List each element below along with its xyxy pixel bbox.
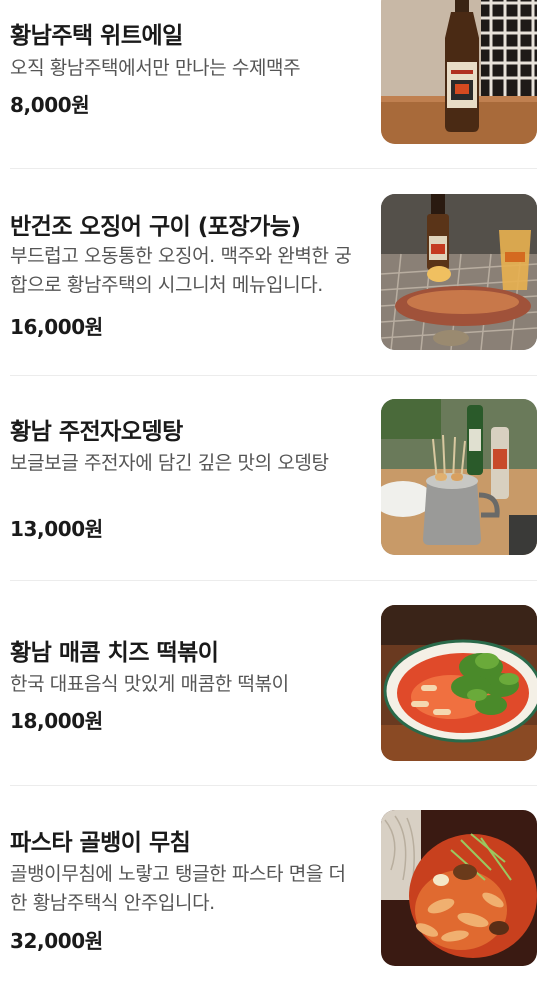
menu-item-description: 보글보글 주전자에 담긴 깊은 맛의 오뎅탕: [10, 452, 329, 474]
divider: [10, 580, 537, 581]
menu-item-price: 8,000원: [10, 93, 90, 117]
menu-item-name: 황남 주전자오뎅탕: [10, 419, 183, 445]
menu-item-image[interactable]: [381, 605, 537, 761]
menu-item-price: 32,000원: [10, 929, 103, 953]
cheese-tteokbokki-photo-icon: [381, 605, 537, 761]
menu-item-name: 반건조 오징어 구이 (포장가능): [10, 214, 301, 240]
pasta-whelk-salad-photo-icon: [381, 810, 537, 966]
menu-item-grilled-squid[interactable]: 반건조 오징어 구이 (포장가능) 부드럽고 오동통한 오징어. 맥주와 완벽한…: [10, 194, 537, 350]
menu-item-wheat-ale[interactable]: 황남주택 위트에일 오직 황남주택에서만 만나는 수제맥주 8,000원: [10, 0, 537, 144]
menu-item-price: 16,000원: [10, 315, 103, 339]
fishcake-soup-kettle-photo-icon: [381, 399, 537, 555]
menu-item-image[interactable]: [381, 194, 537, 350]
menu-list: 황남주택 위트에일 오직 황남주택에서만 만나는 수제맥주 8,000원 반건조…: [0, 0, 547, 981]
menu-item-image[interactable]: [381, 0, 537, 144]
menu-item-name: 황남주택 위트에일: [10, 23, 183, 49]
divider: [10, 168, 537, 169]
grilled-squid-photo-icon: [381, 194, 537, 350]
divider: [10, 375, 537, 376]
divider: [10, 785, 537, 786]
menu-item-description: 오직 황남주택에서만 만나는 수제맥주: [10, 57, 301, 79]
menu-item-image[interactable]: [381, 399, 537, 555]
menu-item-name: 황남 매콤 치즈 떡볶이: [10, 640, 219, 666]
menu-item-description: 골뱅이무침에 노랗고 탱글한 파스타 면을 더한 황남주택식 안주입니다.: [10, 863, 346, 914]
menu-item-pasta-whelk[interactable]: 파스타 골뱅이 무침 골뱅이무침에 노랗고 탱글한 파스타 면을 더한 황남주택…: [10, 810, 537, 966]
menu-item-description: 한국 대표음식 맛있게 매콤한 떡볶이: [10, 673, 289, 695]
menu-item-name: 파스타 골뱅이 무침: [10, 830, 191, 856]
wheat-ale-bottle-photo-icon: [381, 0, 537, 144]
menu-item-cheese-tteokbokki[interactable]: 황남 매콤 치즈 떡볶이 한국 대표음식 맛있게 매콤한 떡볶이 18,000원: [10, 605, 537, 761]
menu-item-image[interactable]: [381, 810, 537, 966]
menu-item-description: 부드럽고 오동통한 오징어. 맥주와 완벽한 궁합으로 황남주택의 시그니처 메…: [10, 245, 352, 296]
menu-item-fishcake-soup[interactable]: 황남 주전자오뎅탕 보글보글 주전자에 담긴 깊은 맛의 오뎅탕 13,000원: [10, 399, 537, 555]
menu-item-price: 18,000원: [10, 709, 103, 733]
menu-item-price: 13,000원: [10, 517, 103, 541]
